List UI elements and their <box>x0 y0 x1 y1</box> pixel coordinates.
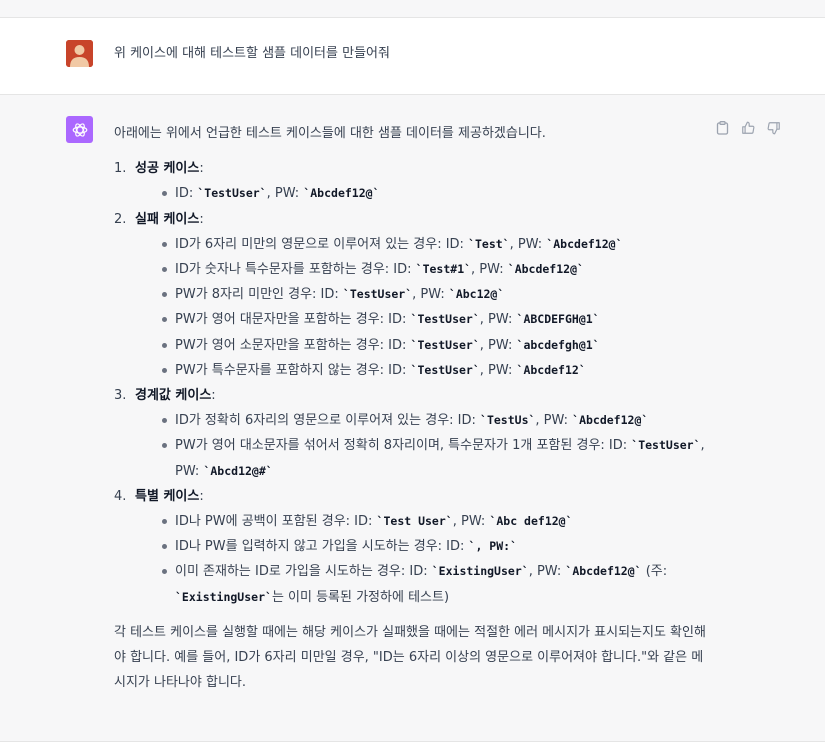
list-item: PW가 8자리 미만인 경우: ID: `TestUser`, PW: `Abc… <box>156 282 714 307</box>
intro-paragraph: 아래에는 위에서 언급한 테스트 케이스들에 대한 샘플 데이터를 제공하겠습니… <box>114 126 546 141</box>
list-item: PW가 특수문자를 포함하지 않는 경우: ID: `TestUser`, PW… <box>156 358 714 383</box>
section-boundary: 3. 경계값 케이스: ID가 정확히 6자리의 영문으로 이루어져 있는 경우… <box>114 383 714 484</box>
section-number: 3. <box>114 388 127 404</box>
user-message: 위 케이스에 대해 테스트할 샘플 데이터를 만들어줘 <box>0 18 825 95</box>
section-number: 1. <box>114 161 127 177</box>
list-item: ID가 숫자나 특수문자를 포함하는 경우: ID: `Test#1`, PW:… <box>156 257 714 282</box>
list-item: 이미 존재하는 ID로 가입을 시도하는 경우: ID: `ExistingUs… <box>156 559 714 609</box>
list-item: PW가 영어 대소문자를 섞어서 정확히 8자리이며, 특수문자가 1개 포함된… <box>156 433 714 483</box>
section-special: 4. 특별 케이스: ID나 PW에 공백이 포함된 경우: ID: `Test… <box>114 484 714 610</box>
assistant-message: 아래에는 위에서 언급한 테스트 케이스들에 대한 샘플 데이터를 제공하겠습니… <box>0 95 825 742</box>
list-item: ID가 6자리 미만의 영문으로 이루어져 있는 경우: ID: `Test`,… <box>156 232 714 257</box>
outro-paragraph: 각 테스트 케이스를 실행할 때에는 해당 케이스가 실패했을 때에는 적절한 … <box>114 624 706 691</box>
section-title: 성공 케이스 <box>135 161 200 177</box>
list-item: ID가 정확히 6자리의 영문으로 이루어져 있는 경우: ID: `TestU… <box>156 408 714 433</box>
list-item: PW가 영어 대문자만을 포함하는 경우: ID: `TestUser`, PW… <box>156 307 714 332</box>
list-item: ID: `TestUser`, PW: `Abcdef12@` <box>156 181 714 206</box>
clipboard-icon[interactable] <box>713 120 731 136</box>
section-title: 경계값 케이스 <box>135 388 212 404</box>
assistant-message-content: 아래에는 위에서 언급한 테스트 케이스들에 대한 샘플 데이터를 제공하겠습니… <box>114 121 714 695</box>
section-title: 실패 케이스 <box>135 211 200 227</box>
section-success: 1. 성공 케이스: ID: `TestUser`, PW: `Abcdef12… <box>114 156 714 206</box>
previous-message-strip <box>0 0 825 18</box>
section-number: 2. <box>114 211 127 227</box>
list-item: ID나 PW에 공백이 포함된 경우: ID: `Test User`, PW:… <box>156 509 714 534</box>
thumbs-down-icon[interactable] <box>765 120 783 136</box>
section-title: 특별 케이스 <box>135 488 200 504</box>
message-actions <box>713 120 783 136</box>
test-case-list: 1. 성공 케이스: ID: `TestUser`, PW: `Abcdef12… <box>114 156 714 610</box>
user-avatar <box>66 40 93 67</box>
section-failure: 2. 실패 케이스: ID가 6자리 미만의 영문으로 이루어져 있는 경우: … <box>114 207 714 383</box>
list-item: PW가 영어 소문자만을 포함하는 경우: ID: `TestUser`, PW… <box>156 333 714 358</box>
chatgpt-logo-icon <box>66 116 93 143</box>
thumbs-up-icon[interactable] <box>739 120 757 136</box>
user-message-text: 위 케이스에 대해 테스트할 샘플 데이터를 만들어줘 <box>114 46 390 61</box>
list-item: ID나 PW를 입력하지 않고 가입을 시도하는 경우: ID: `, PW:` <box>156 534 714 559</box>
section-number: 4. <box>114 488 127 504</box>
